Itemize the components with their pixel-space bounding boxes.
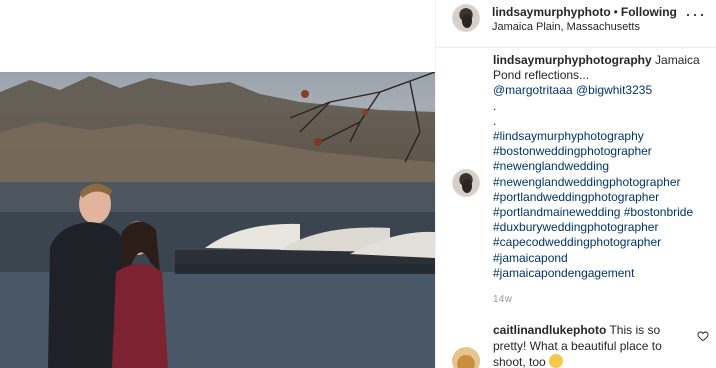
header-separator: •	[613, 5, 618, 19]
post-sidebar: lindsaymurphyphoto • Following Jamaica Pla…	[435, 0, 716, 368]
caption-hashtag[interactable]: #portlandmainewedding #bostonbride	[493, 205, 711, 220]
caption-hashtag[interactable]: #capecodweddingphotographer	[493, 235, 711, 250]
caption-username[interactable]: lindsaymurphyphotography	[493, 53, 652, 67]
caption-hashtag[interactable]: #jamaicapond	[493, 251, 711, 266]
author-avatar[interactable]	[452, 4, 480, 32]
more-options-icon[interactable]: ···	[685, 4, 706, 25]
post-photo-pane	[0, 0, 435, 368]
comment-item: caitlinandlukephoto This is so pretty! W…	[493, 323, 693, 368]
comment-username[interactable]: caitlinandlukephoto	[493, 323, 606, 337]
commenter-avatar[interactable]	[452, 347, 480, 368]
caption-hashtag[interactable]: #newenglandweddingphotographer	[493, 175, 711, 190]
author-username[interactable]: lindsaymurphyphoto	[492, 5, 611, 19]
caption-hashtag[interactable]: #bostonweddingphotographer	[493, 144, 711, 159]
caption-hashtag[interactable]: #newenglandwedding	[493, 159, 711, 174]
post-timestamp[interactable]: 14w	[493, 294, 512, 305]
caption-dot-2: .	[493, 113, 497, 128]
header-user-line: lindsaymurphyphoto • Following	[492, 5, 677, 19]
caption-avatar[interactable]	[452, 169, 480, 197]
caption-hashtag[interactable]: #duxburyweddingphotographer	[493, 220, 711, 235]
post-header: lindsaymurphyphoto • Following Jamaica Pla…	[436, 0, 716, 48]
caption-hashtag[interactable]: #jamaicapondengagement	[493, 266, 711, 281]
caption-mention-1[interactable]: @margotritaaa	[493, 83, 573, 97]
avatar-face	[462, 14, 472, 28]
caption-mention-2[interactable]: @bigwhit3235	[576, 83, 652, 97]
post-caption: lindsaymurphyphotography Jamaica Pond re…	[493, 53, 711, 281]
grin-emoji-icon	[549, 354, 564, 368]
caption-dot-1: .	[493, 98, 497, 113]
post-photo[interactable]	[0, 72, 435, 368]
caption-hashtag[interactable]: #lindsaymurphyphotography	[493, 129, 711, 144]
caption-hashtag[interactable]: #portlandweddingphotographer	[493, 190, 711, 205]
like-comment-heart-icon[interactable]	[697, 330, 709, 342]
following-button[interactable]: Following	[621, 5, 677, 19]
post-location[interactable]: Jamaica Plain, Massachusetts	[492, 21, 640, 33]
photo-scene	[0, 72, 435, 368]
avatar-face	[462, 179, 472, 193]
